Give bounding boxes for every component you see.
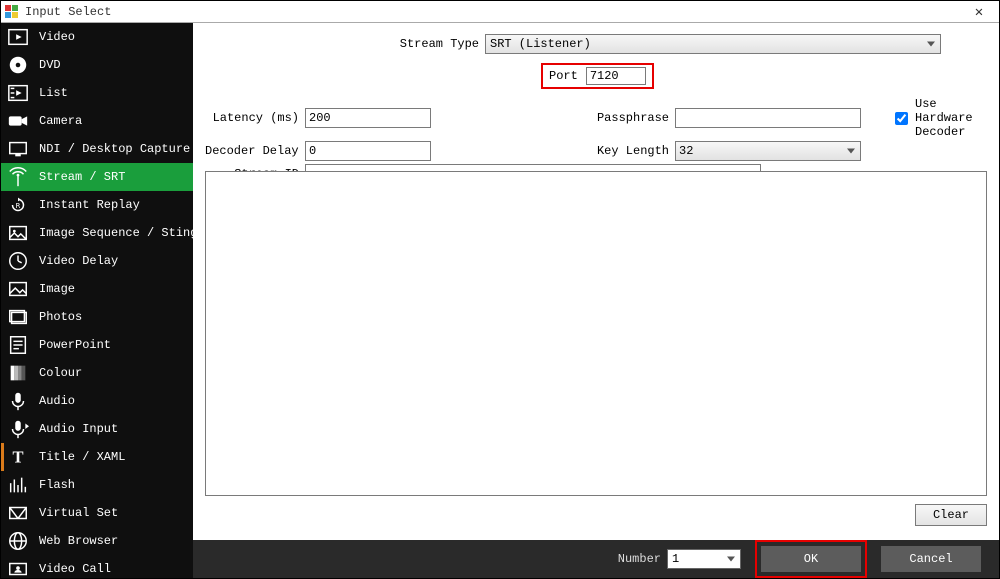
key-length-select[interactable]: 32 bbox=[675, 141, 861, 161]
camera-icon bbox=[7, 111, 29, 131]
hw-decoder-checkbox[interactable]: Use Hardware Decoder bbox=[891, 97, 987, 139]
sidebar-item-camera[interactable]: Camera bbox=[1, 107, 193, 135]
audio-icon bbox=[7, 391, 29, 411]
content-pane: Stream Type SRT (Listener) Port Latency … bbox=[193, 23, 999, 578]
svg-text:T: T bbox=[12, 448, 23, 467]
hw-decoder-label: Use Hardware Decoder bbox=[915, 97, 987, 139]
sidebar-item-label: Audio bbox=[39, 394, 75, 408]
sidebar-item-label: Camera bbox=[39, 114, 82, 128]
close-button[interactable]: ✕ bbox=[959, 1, 999, 23]
colour-icon bbox=[7, 363, 29, 383]
web-icon bbox=[7, 531, 29, 551]
sidebar-item-ppt[interactable]: PowerPoint bbox=[1, 331, 193, 359]
vdelay-icon bbox=[7, 251, 29, 271]
sidebar-item-label: Instant Replay bbox=[39, 198, 140, 212]
sidebar-item-image[interactable]: Image bbox=[1, 275, 193, 303]
cancel-button[interactable]: Cancel bbox=[881, 546, 981, 572]
port-highlight-box: Port bbox=[541, 63, 654, 89]
sidebar-item-label: List bbox=[39, 86, 68, 100]
sidebar-item-audioin[interactable]: Audio Input bbox=[1, 415, 193, 443]
sidebar-item-label: Web Browser bbox=[39, 534, 118, 548]
sidebar-item-label: Video bbox=[39, 30, 75, 44]
vcall-icon bbox=[7, 559, 29, 578]
svg-text:R: R bbox=[16, 201, 21, 210]
sidebar-item-web[interactable]: Web Browser bbox=[1, 527, 193, 555]
video-icon bbox=[7, 27, 29, 47]
photos-icon bbox=[7, 307, 29, 327]
sidebar-item-photos[interactable]: Photos bbox=[1, 303, 193, 331]
stream-type-label: Stream Type bbox=[205, 37, 485, 51]
hw-decoder-checkbox-input[interactable] bbox=[895, 112, 908, 125]
sidebar-item-dvd[interactable]: DVD bbox=[1, 51, 193, 79]
sidebar-item-audio[interactable]: Audio bbox=[1, 387, 193, 415]
sidebar-item-label: Title / XAML bbox=[39, 450, 125, 464]
ppt-icon bbox=[7, 335, 29, 355]
sidebar-item-label: Photos bbox=[39, 310, 82, 324]
ndi-icon bbox=[7, 139, 29, 159]
sidebar-item-label: NDI / Desktop Capture bbox=[39, 142, 190, 156]
imgseq-icon bbox=[7, 223, 29, 243]
stream-type-select[interactable]: SRT (Listener) bbox=[485, 34, 941, 54]
clear-button[interactable]: Clear bbox=[915, 504, 987, 526]
title-icon: T bbox=[7, 447, 29, 467]
stream-icon bbox=[7, 167, 29, 187]
sidebar-item-label: Virtual Set bbox=[39, 506, 118, 520]
sidebar-item-label: Audio Input bbox=[39, 422, 118, 436]
sidebar-item-vset[interactable]: Virtual Set bbox=[1, 499, 193, 527]
sidebar-item-label: Flash bbox=[39, 478, 75, 492]
sidebar-item-list[interactable]: List bbox=[1, 79, 193, 107]
vset-icon bbox=[7, 503, 29, 523]
replay-icon: R bbox=[7, 195, 29, 215]
number-label: Number bbox=[618, 552, 661, 566]
port-label: Port bbox=[549, 69, 578, 83]
decoder-delay-label: Decoder Delay (ms) bbox=[205, 144, 305, 158]
sidebar-item-imgseq[interactable]: Image Sequence / Stinger bbox=[1, 219, 193, 247]
sidebar-item-label: DVD bbox=[39, 58, 61, 72]
list-icon bbox=[7, 83, 29, 103]
bottom-bar: Number 1 OK Cancel bbox=[193, 540, 999, 578]
sidebar-item-stream[interactable]: Stream / SRT bbox=[1, 163, 193, 191]
sidebar-item-label: Video Delay bbox=[39, 254, 118, 268]
sidebar-item-vdelay[interactable]: Video Delay bbox=[1, 247, 193, 275]
sidebar-item-ndi[interactable]: NDI / Desktop Capture bbox=[1, 135, 193, 163]
image-icon bbox=[7, 279, 29, 299]
sidebar-item-replay[interactable]: R Instant Replay bbox=[1, 191, 193, 219]
sidebar-item-label: Stream / SRT bbox=[39, 170, 125, 184]
sidebar-item-vcall[interactable]: Video Call bbox=[1, 555, 193, 578]
sidebar: Video DVD List Camera NDI / Desktop Capture S… bbox=[1, 23, 193, 578]
flash-icon bbox=[7, 475, 29, 495]
key-length-label: Key Length bbox=[431, 144, 675, 158]
window-title: Input Select bbox=[25, 5, 111, 19]
dvd-icon bbox=[7, 55, 29, 75]
sidebar-item-title[interactable]: T Title / XAML bbox=[1, 443, 193, 471]
latency-input[interactable] bbox=[305, 108, 431, 128]
sidebar-item-label: Image bbox=[39, 282, 75, 296]
number-select[interactable]: 1 bbox=[667, 549, 741, 569]
titlebar: Input Select ✕ bbox=[1, 1, 999, 23]
decoder-delay-input[interactable] bbox=[305, 141, 431, 161]
app-icon bbox=[5, 5, 19, 19]
latency-label: Latency (ms) bbox=[205, 111, 305, 125]
sidebar-item-label: Video Call bbox=[39, 562, 111, 576]
port-input[interactable] bbox=[586, 67, 646, 85]
audioin-icon bbox=[7, 419, 29, 439]
passphrase-input[interactable] bbox=[675, 108, 861, 128]
log-output[interactable] bbox=[205, 171, 987, 496]
sidebar-item-colour[interactable]: Colour bbox=[1, 359, 193, 387]
ok-highlight-box: OK bbox=[755, 540, 867, 578]
passphrase-label: Passphrase bbox=[431, 111, 675, 125]
sidebar-item-video[interactable]: Video bbox=[1, 23, 193, 51]
ok-button[interactable]: OK bbox=[761, 546, 861, 572]
sidebar-item-label: PowerPoint bbox=[39, 338, 111, 352]
sidebar-item-label: Colour bbox=[39, 366, 82, 380]
sidebar-item-label: Image Sequence / Stinger bbox=[39, 226, 193, 240]
sidebar-item-flash[interactable]: Flash bbox=[1, 471, 193, 499]
